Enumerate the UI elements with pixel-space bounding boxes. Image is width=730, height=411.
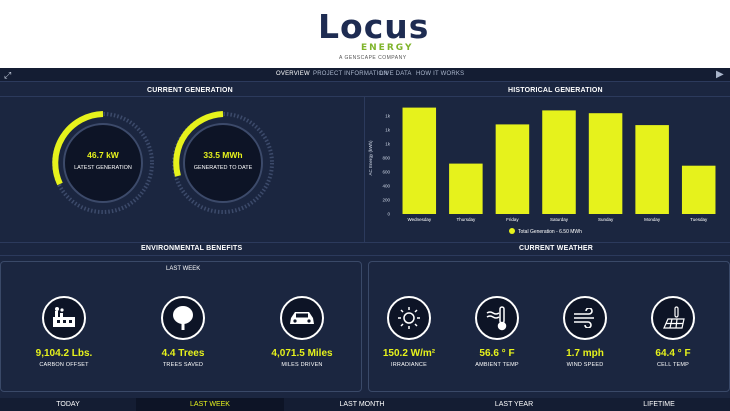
tab-lifetime[interactable]: LIFETIME: [588, 398, 730, 411]
divider: [0, 255, 730, 256]
solar-panel-icon: [651, 296, 695, 340]
y-tick-label: 1k: [385, 114, 391, 119]
x-tick-label: Sunday: [598, 217, 614, 222]
bar-wednesday: [402, 107, 437, 214]
nav-project-information[interactable]: PROJECT INFORMATION: [313, 71, 388, 77]
tree-icon: [161, 296, 205, 340]
period-caption: LAST WEEK: [166, 266, 201, 272]
generated-to-date-label: GENERATED TO DATE: [193, 165, 253, 171]
tab-last-year[interactable]: LAST YEAR: [440, 398, 588, 411]
logo-header: Locus ENERGY A GENSCAPE COMPANY: [0, 0, 730, 68]
nav-live-data[interactable]: LIVE DATA: [380, 71, 412, 77]
current-generation-title: CURRENT GENERATION: [147, 87, 233, 94]
x-tick-label: Saturday: [550, 217, 569, 222]
generated-to-date-value: 33.5 MWh: [203, 150, 243, 160]
car-icon: [280, 296, 324, 340]
miles-driven-value: 4,071.5 Miles: [271, 348, 333, 359]
x-tick-label: Monday: [644, 217, 661, 222]
latest-generation-gauge: 46.7 kW LATEST GENERATION: [50, 110, 156, 216]
carbon-offset-stat: 9,104.2 Lbs. CARBON OFFSET: [9, 296, 119, 368]
legend-swatch: [509, 228, 515, 234]
miles-driven-stat: 4,071.5 Miles MILES DRIVEN: [247, 296, 357, 368]
nav-how-it-works[interactable]: HOW IT WORKS: [416, 71, 464, 77]
trees-saved-stat: 4.4 Trees TREES SAVED: [128, 296, 238, 368]
y-tick-label: 600: [382, 170, 390, 175]
bar-tuesday: [681, 165, 716, 214]
logo-subtitle: ENERGY: [361, 43, 414, 53]
tab-today[interactable]: TODAY: [0, 398, 136, 411]
period-tabs: TODAY LAST WEEK LAST MONTH LAST YEAR LIF…: [0, 398, 730, 411]
x-tick-label: Friday: [506, 217, 519, 222]
y-tick-label: 400: [382, 184, 390, 189]
bar-thursday: [449, 163, 483, 214]
wind-icon: [563, 296, 607, 340]
tab-last-month[interactable]: LAST MONTH: [284, 398, 440, 411]
factory-icon: [42, 296, 86, 340]
environmental-benefits-title: ENVIRONMENTAL BENEFITS: [141, 245, 243, 252]
dashboard: ⤢ OVERVIEW PROJECT INFORMATION LIVE DATA…: [0, 68, 730, 411]
historical-generation-chart: AC Energy (kWh) 0 200 400 600 800 1k 1k 1k Wednes…: [360, 98, 730, 248]
carbon-offset-value: 9,104.2 Lbs.: [35, 348, 93, 359]
x-tick-label: Wednesday: [407, 217, 431, 222]
y-tick-label: 0: [387, 212, 390, 217]
bar-saturday: [542, 110, 576, 214]
tab-last-week[interactable]: LAST WEEK: [136, 398, 284, 411]
miles-driven-label: MILES DRIVEN: [281, 362, 323, 368]
bar-chart: AC Energy (kWh) 0 200 400 600 800 1k 1k 1k Wednes…: [368, 107, 716, 235]
expand-icon[interactable]: ⤢: [4, 70, 14, 80]
top-nav: ⤢ OVERVIEW PROJECT INFORMATION LIVE DATA…: [0, 68, 730, 82]
cell-temp-stat: 64.4 ° F CELL TEMP: [618, 296, 728, 368]
bar-monday: [635, 125, 669, 214]
y-tick-label: 200: [382, 198, 390, 203]
thermometer-icon: [475, 296, 519, 340]
weather-panel: 150.2 W/m² IRRADIANCE 56.6 ° F AMBIENT T…: [368, 261, 730, 392]
carbon-offset-label: CARBON OFFSET: [39, 362, 89, 368]
divider: [0, 242, 730, 243]
environmental-panel: LAST WEEK 9,104.2 Lbs. CARBON OFFSET 4.4…: [0, 261, 362, 392]
y-axis-label: AC Energy (kWh): [368, 140, 373, 176]
legend-label: Total Generation - 6.50 MWh: [518, 229, 582, 235]
cell-temp-label: CELL TEMP: [656, 362, 690, 368]
latest-generation-value: 46.7 kW: [87, 150, 119, 160]
nav-overview[interactable]: OVERVIEW: [276, 71, 310, 77]
sun-icon: [387, 296, 431, 340]
trees-saved-value: 4.4 Trees: [161, 348, 205, 359]
cell-temp-value: 64.4 ° F: [655, 348, 691, 359]
logo-tagline: A GENSCAPE COMPANY: [339, 55, 407, 61]
locus-dashboard: Locus ENERGY A GENSCAPE COMPANY ⤢ OVERVI…: [0, 0, 730, 411]
y-tick-label: 1k: [385, 128, 391, 133]
trees-saved-label: TREES SAVED: [162, 362, 204, 368]
historical-generation-title: HISTORICAL GENERATION: [508, 87, 603, 94]
bar-sunday: [588, 113, 623, 214]
latest-generation-label: LATEST GENERATION: [74, 165, 132, 171]
bar-friday: [495, 124, 530, 214]
x-tick-label: Tuesday: [690, 217, 708, 222]
play-icon[interactable]: ▶: [716, 68, 726, 80]
current-weather-title: CURRENT WEATHER: [519, 245, 594, 252]
divider: [0, 96, 730, 97]
generated-to-date-gauge: 33.5 MWh GENERATED TO DATE: [170, 110, 276, 216]
y-tick-label: 1k: [385, 142, 391, 147]
y-tick-label: 800: [382, 156, 390, 161]
x-tick-label: Thursday: [456, 217, 476, 222]
logo-wordmark: Locus: [318, 7, 430, 46]
